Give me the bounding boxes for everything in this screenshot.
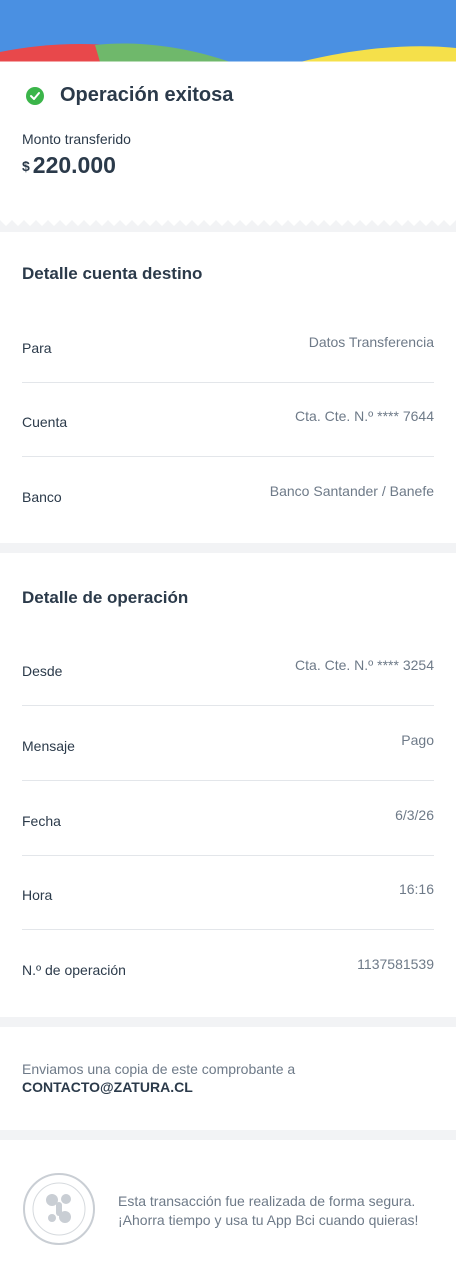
row-label: Cuenta (22, 414, 68, 430)
check-circle-icon (26, 86, 44, 105)
success-status: Operación exitosa (26, 84, 233, 107)
operacion-row-numero: N.º de operación 1137581539 (22, 930, 434, 1004)
footer-line-2: ¡Ahorra tiempo y usa tu App Bci cuando q… (118, 1212, 419, 1228)
footer-line-1: Esta transacción fue realizada de forma … (118, 1193, 416, 1209)
operacion-title: Detalle de operación (22, 588, 189, 607)
row-value: Cta. Cte. N.º **** 7644 (295, 408, 434, 424)
email-copy-notice: Enviamos una copia de este comprobante a… (22, 1060, 295, 1096)
row-value: Pago (401, 732, 434, 748)
row-value: Banco Santander / Banefe (269, 483, 434, 499)
amount-label: Monto transferido (22, 131, 131, 147)
destino-title: Detalle cuenta destino (22, 264, 203, 283)
row-label: Para (22, 340, 52, 356)
row-value: 6/3/26 (395, 807, 434, 823)
destino-row-para: Para Datos Transferencia (22, 308, 434, 383)
row-label: Mensaje (22, 738, 75, 754)
row-label: Fecha (22, 813, 61, 829)
copy-text: Enviamos una copia de este comprobante a (22, 1061, 296, 1077)
footer-security-message: Esta transacción fue realizada de forma … (118, 1192, 418, 1230)
operacion-row-desde: Desde Cta. Cte. N.º **** 3254 (22, 631, 434, 706)
amount-display: $ 220.000 (22, 152, 116, 179)
row-label: Banco (22, 489, 62, 505)
bci-seal-icon (22, 1172, 96, 1246)
operacion-row-hora: Hora 16:16 (22, 855, 434, 930)
section-divider (0, 543, 456, 553)
row-value: 1137581539 (357, 956, 434, 972)
receipt-tear-edge (0, 212, 456, 232)
section-divider (0, 1130, 456, 1140)
row-value: Cta. Cte. N.º **** 3254 (295, 657, 434, 673)
amount-value: 220.000 (32, 152, 116, 178)
operacion-row-fecha: Fecha 6/3/26 (22, 781, 434, 856)
row-label: N.º de operación (22, 962, 126, 978)
row-label: Hora (22, 887, 53, 903)
row-value: 16:16 (398, 881, 434, 897)
row-value: Datos Transferencia (308, 334, 434, 350)
success-title: Operación exitosa (60, 84, 234, 106)
currency-symbol: $ (22, 158, 30, 174)
destino-row-cuenta: Cuenta Cta. Cte. N.º **** 7644 (22, 382, 434, 457)
destino-row-banco: Banco Banco Santander / Banefe (22, 457, 434, 531)
row-label: Desde (22, 663, 63, 679)
header-band (0, 0, 456, 62)
section-divider (0, 1017, 456, 1027)
copy-email: CONTACTO@ZATURA.CL (22, 1079, 193, 1095)
operacion-row-mensaje: Mensaje Pago (22, 706, 434, 781)
